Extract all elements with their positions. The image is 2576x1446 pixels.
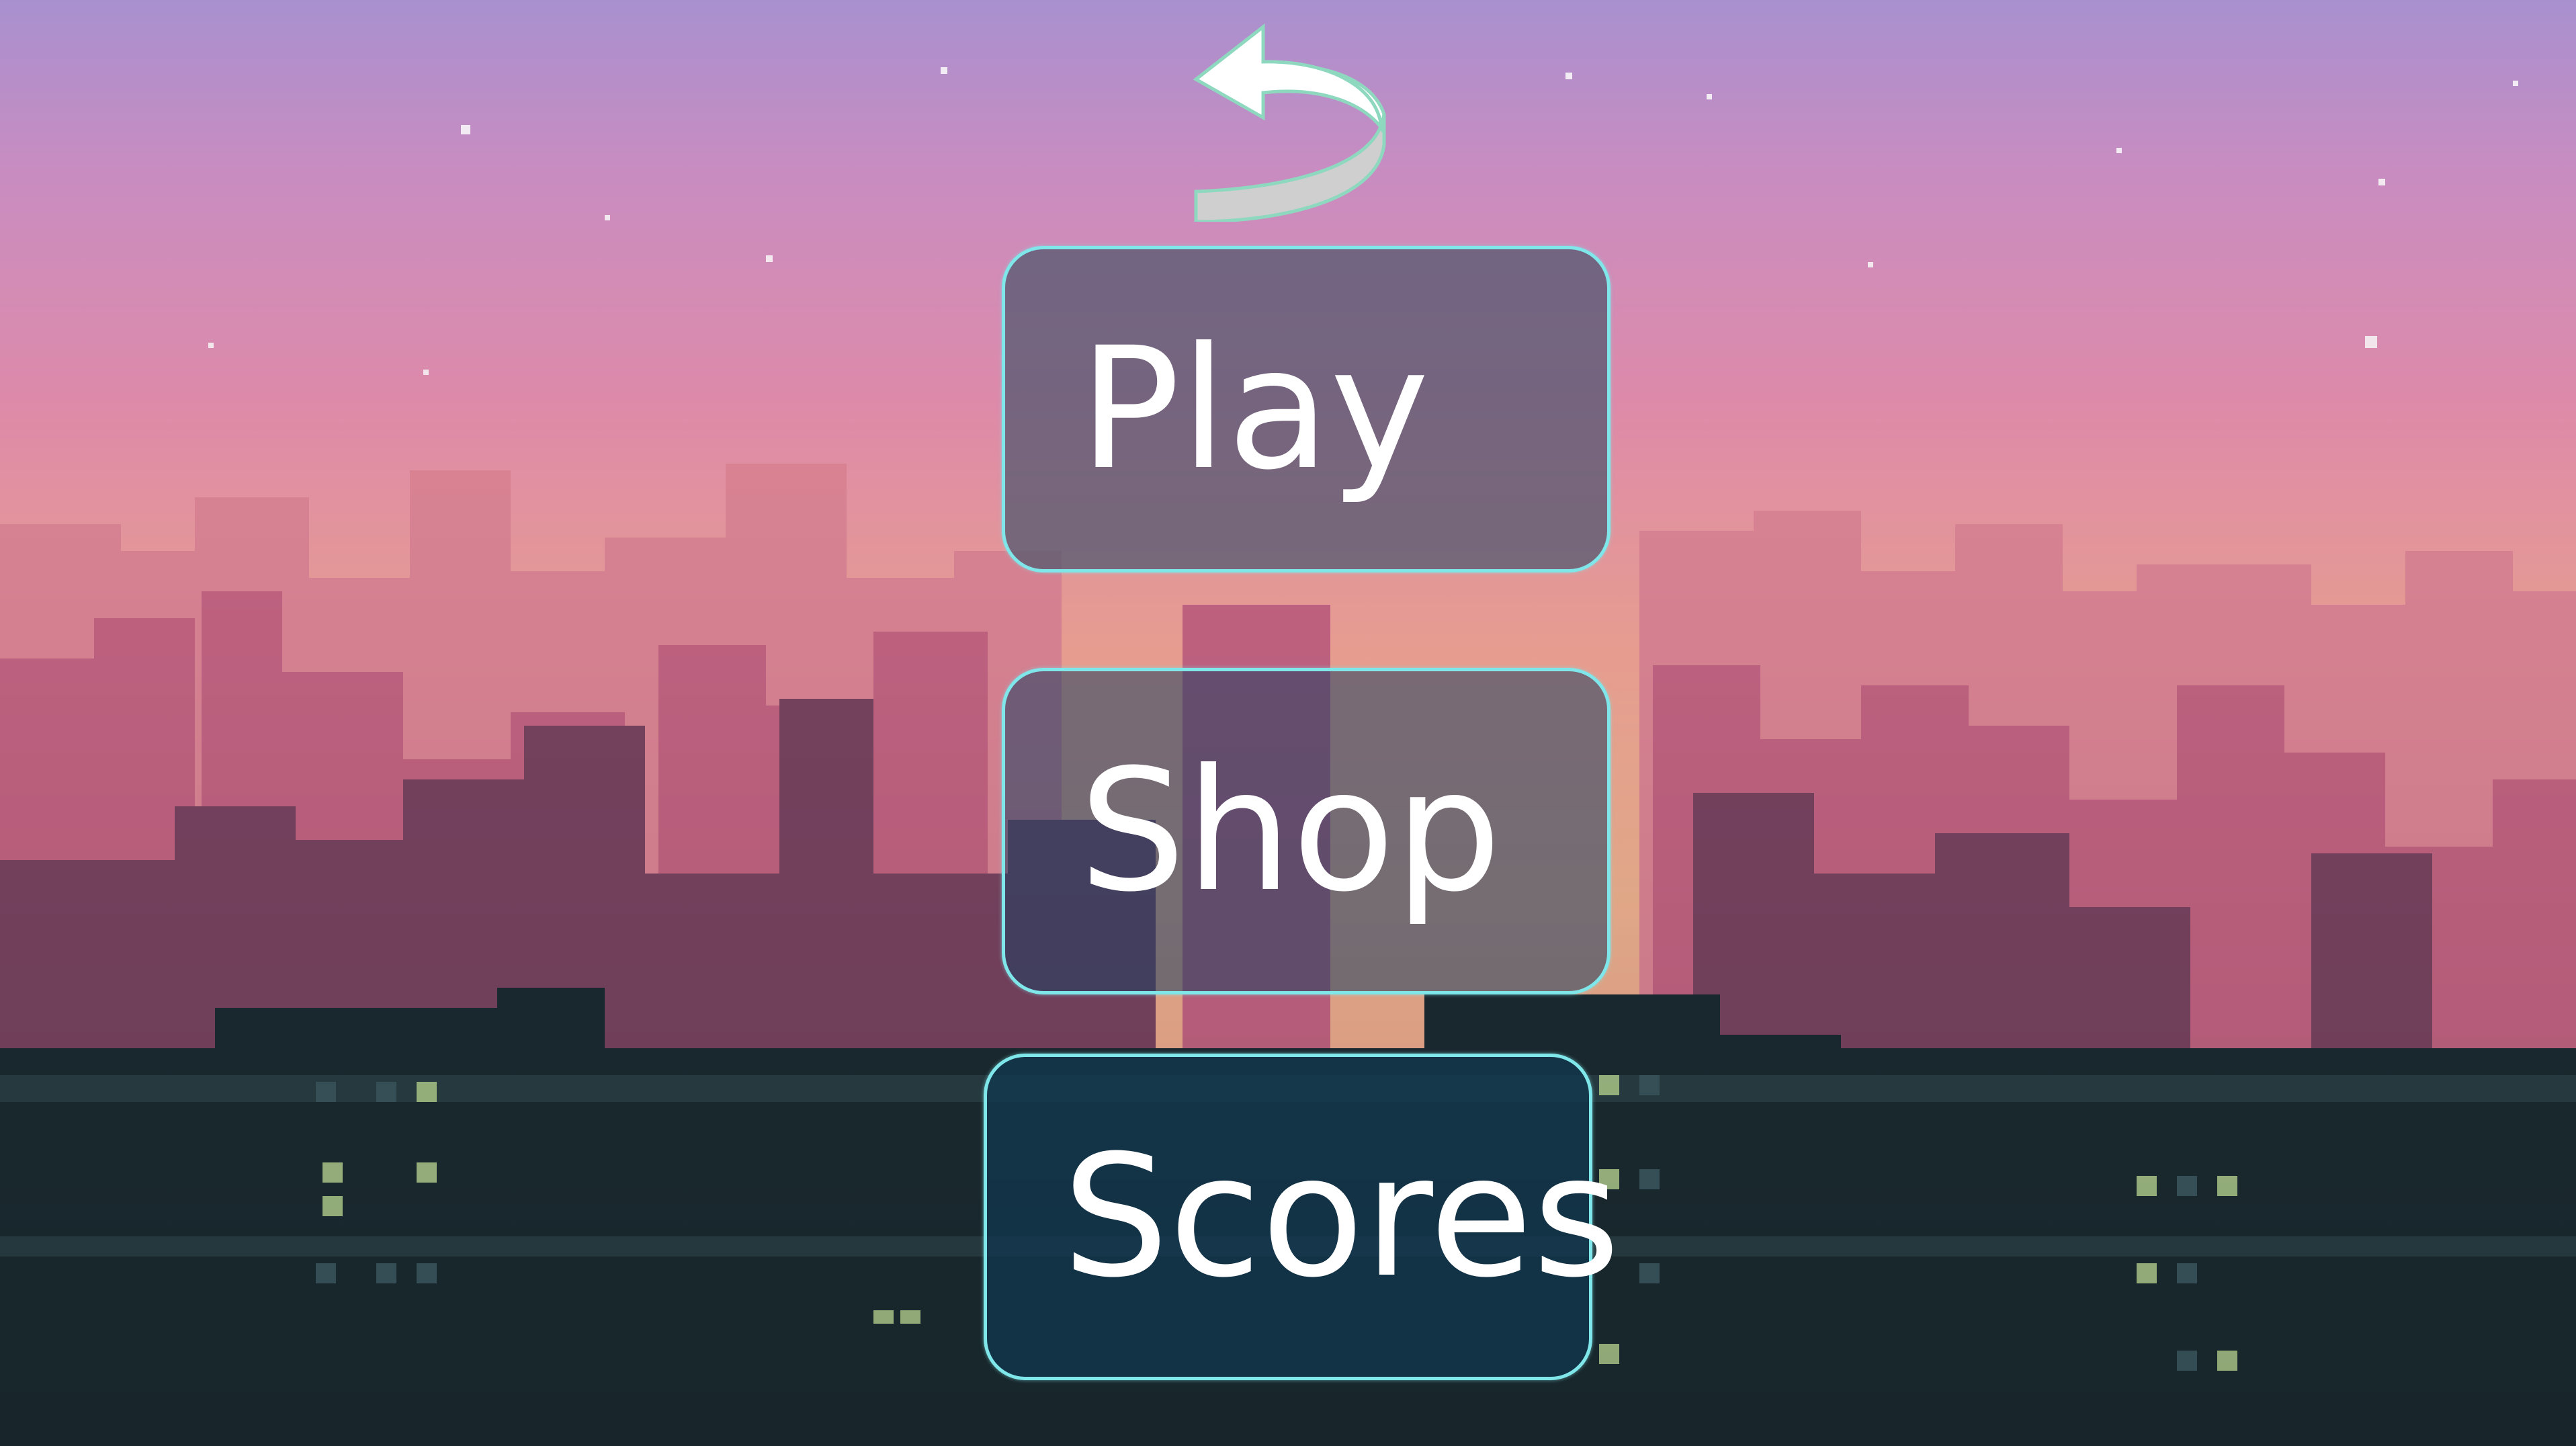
shop-button[interactable]: Shop (1002, 668, 1611, 994)
main-menu-screen: Play Shop Scores (0, 0, 2576, 1446)
shop-button-label: Shop (1079, 733, 1502, 929)
scores-button-label: Scores (1062, 1119, 1621, 1314)
curved-back-arrow-icon[interactable] (1183, 20, 1391, 222)
play-button-label: Play (1079, 311, 1430, 507)
scores-button[interactable]: Scores (984, 1054, 1620, 1380)
play-button[interactable]: Play (1002, 246, 1611, 572)
